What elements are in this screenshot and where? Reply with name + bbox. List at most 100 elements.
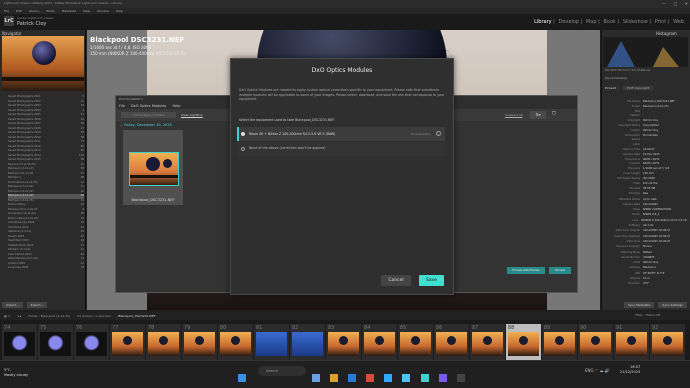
histogram-header[interactable]: Histogram	[656, 31, 677, 36]
grid-view-icon[interactable]: ▦ ▭	[4, 314, 11, 318]
cancel-button[interactable]: Cancel	[381, 275, 411, 286]
filmstrip-thumb[interactable]: 91	[614, 324, 649, 360]
process-with-preview-button[interactable]: Process with Preview	[507, 267, 545, 274]
taskbar-search[interactable]: Search	[258, 366, 306, 376]
filmstrip-thumb[interactable]: 88	[506, 324, 541, 360]
module-map[interactable]: Map	[586, 19, 597, 25]
dxo-menu-optics[interactable]: DxO Optics Modules	[131, 104, 166, 108]
window-controls: — □ ✕	[656, 1, 688, 6]
clear-lightbox-button[interactable]: Clear Lightbox	[181, 112, 203, 118]
filmstrip-thumb[interactable]: 80	[218, 324, 253, 360]
user-name: Patrick Cloy	[17, 21, 47, 27]
metadata-value[interactable]: 270°	[643, 281, 649, 286]
menu-library[interactable]: Library	[29, 9, 40, 13]
filmstrip-filter[interactable]: Filter : Filters Off	[635, 313, 660, 317]
export-button[interactable]: Export...	[26, 302, 48, 308]
thumb-ball-shape	[146, 157, 160, 171]
add-images-button[interactable]: Add Images / Folders	[121, 112, 176, 118]
dxo-menu-help[interactable]: Help	[172, 104, 180, 108]
module-print[interactable]: Print	[655, 19, 667, 25]
thumb-image	[328, 332, 359, 356]
filmstrip-thumb[interactable]: 87	[470, 324, 505, 360]
app-icon[interactable]	[438, 374, 447, 382]
process-button[interactable]: Process	[549, 267, 571, 274]
navigator-ball-shape	[32, 41, 56, 65]
module-book[interactable]: Book	[603, 19, 615, 25]
filmstrip-thumb[interactable]: 74	[2, 324, 37, 360]
system-tray-icons[interactable]: ENG ⌃ ☁ 🔊	[585, 368, 610, 373]
metadata-value[interactable]: · · · · ·	[643, 138, 650, 143]
filmstrip-thumb[interactable]: 83	[326, 324, 361, 360]
folder-item[interactable]: Longridge 2024 32	[8, 266, 84, 271]
filmstrip-thumb[interactable]: 90	[578, 324, 613, 360]
filmstrip-folder[interactable]: Folder : Blackpool (4-12-25)	[29, 314, 71, 318]
menu-edit[interactable]: Edit	[16, 9, 22, 13]
menu-photo[interactable]: Photo	[46, 9, 55, 13]
chrome-icon[interactable]	[366, 374, 375, 382]
date-group-label: Friday, December 19, 2025	[124, 123, 172, 127]
import-button[interactable]: Import...	[2, 302, 23, 308]
metadata-value[interactable]: Blackpool (4-12-25)	[643, 105, 669, 110]
filmstrip-thumb[interactable]: 92	[650, 324, 685, 360]
metadata-key: Direction	[628, 282, 640, 286]
module-library[interactable]: Library	[534, 19, 551, 25]
clock[interactable]: 16:07 21/12/2025	[620, 365, 640, 375]
thumb-number: 92	[652, 325, 659, 331]
sync-metadata-button[interactable]: Sync Metadata	[624, 302, 655, 308]
menu-help[interactable]: Help	[116, 9, 123, 13]
filmstrip-thumb[interactable]: 81	[254, 324, 289, 360]
weather-widget[interactable]: 5°C Mostly cloudy	[4, 368, 28, 378]
task-view-icon[interactable]	[312, 374, 320, 382]
clock-date: 21/12/2025	[620, 370, 641, 374]
dialog-title: DxO Optics Modules	[311, 67, 373, 74]
thumb-number: 84	[364, 325, 371, 331]
module-develop[interactable]: Develop	[558, 19, 579, 25]
filmstrip-thumb[interactable]: 89	[542, 324, 577, 360]
file-explorer-icon[interactable]	[330, 374, 339, 382]
filmstrip-thumb[interactable]: 84	[362, 324, 397, 360]
bird-icon: ⌒	[445, 50, 449, 55]
date-group-header: ⌄ Friday, December 19, 2025	[120, 123, 240, 127]
option2-radio[interactable]	[241, 147, 245, 151]
filmstrip-thumb[interactable]: 79	[182, 324, 217, 360]
filter-icon[interactable]: ⛉	[552, 111, 556, 117]
menu-metadata[interactable]: Metadata	[62, 9, 76, 13]
quick-develop-header[interactable]: Quick Develop	[605, 76, 627, 80]
module-web[interactable]: Web	[673, 19, 684, 25]
settings-icon[interactable]	[456, 374, 465, 382]
filmstrip-thumb[interactable]: 78	[146, 324, 181, 360]
menu-view[interactable]: View	[83, 9, 90, 13]
thumb-number: 76	[76, 325, 83, 331]
sort-icon[interactable]: ⇅▾	[530, 111, 546, 119]
option1-status: Downloaded	[411, 132, 430, 136]
filmstrip-thumb[interactable]: 82	[290, 324, 325, 360]
dxo-menu-file[interactable]: File	[119, 104, 125, 108]
start-icon[interactable]	[238, 374, 246, 382]
menu-window[interactable]: Window	[97, 9, 109, 13]
preset-dropdown[interactable]: EXIF Copyright	[622, 86, 654, 90]
thumb-number: 87	[472, 325, 479, 331]
folder-list: Saved Photographs 2001 3 Saved Photographs…	[8, 95, 84, 271]
menu-file[interactable]: File	[4, 9, 9, 13]
filmstrip-thumb[interactable]: 77	[110, 324, 145, 360]
maximize-button[interactable]: □	[674, 1, 678, 6]
photoshop-icon[interactable]	[384, 374, 393, 382]
save-button[interactable]: Save	[419, 275, 444, 286]
unselect-all-link[interactable]: Unselect all	[505, 112, 522, 118]
navigator-preview[interactable]	[2, 36, 84, 91]
dxo-icon[interactable]	[420, 374, 429, 382]
lightroom-icon[interactable]	[402, 374, 411, 382]
sync-settings-button[interactable]: Sync Settings	[658, 302, 687, 308]
minimize-button[interactable]: —	[662, 1, 666, 6]
filmstrip-thumb[interactable]: 75	[38, 324, 73, 360]
close-button[interactable]: ✕	[685, 1, 688, 6]
nav-arrows-icon[interactable]: ◂ ▸	[18, 314, 22, 318]
filmstrip-thumb[interactable]: 85	[398, 324, 433, 360]
image-thumbnail[interactable]	[129, 152, 179, 186]
edge-icon[interactable]	[348, 374, 357, 382]
option1-radio[interactable]	[241, 132, 245, 136]
filmstrip-thumb[interactable]: 76	[74, 324, 109, 360]
module-slideshow[interactable]: Slideshow	[623, 19, 648, 25]
filmstrip-thumb[interactable]: 86	[434, 324, 469, 360]
thumb-number: 91	[616, 325, 623, 331]
